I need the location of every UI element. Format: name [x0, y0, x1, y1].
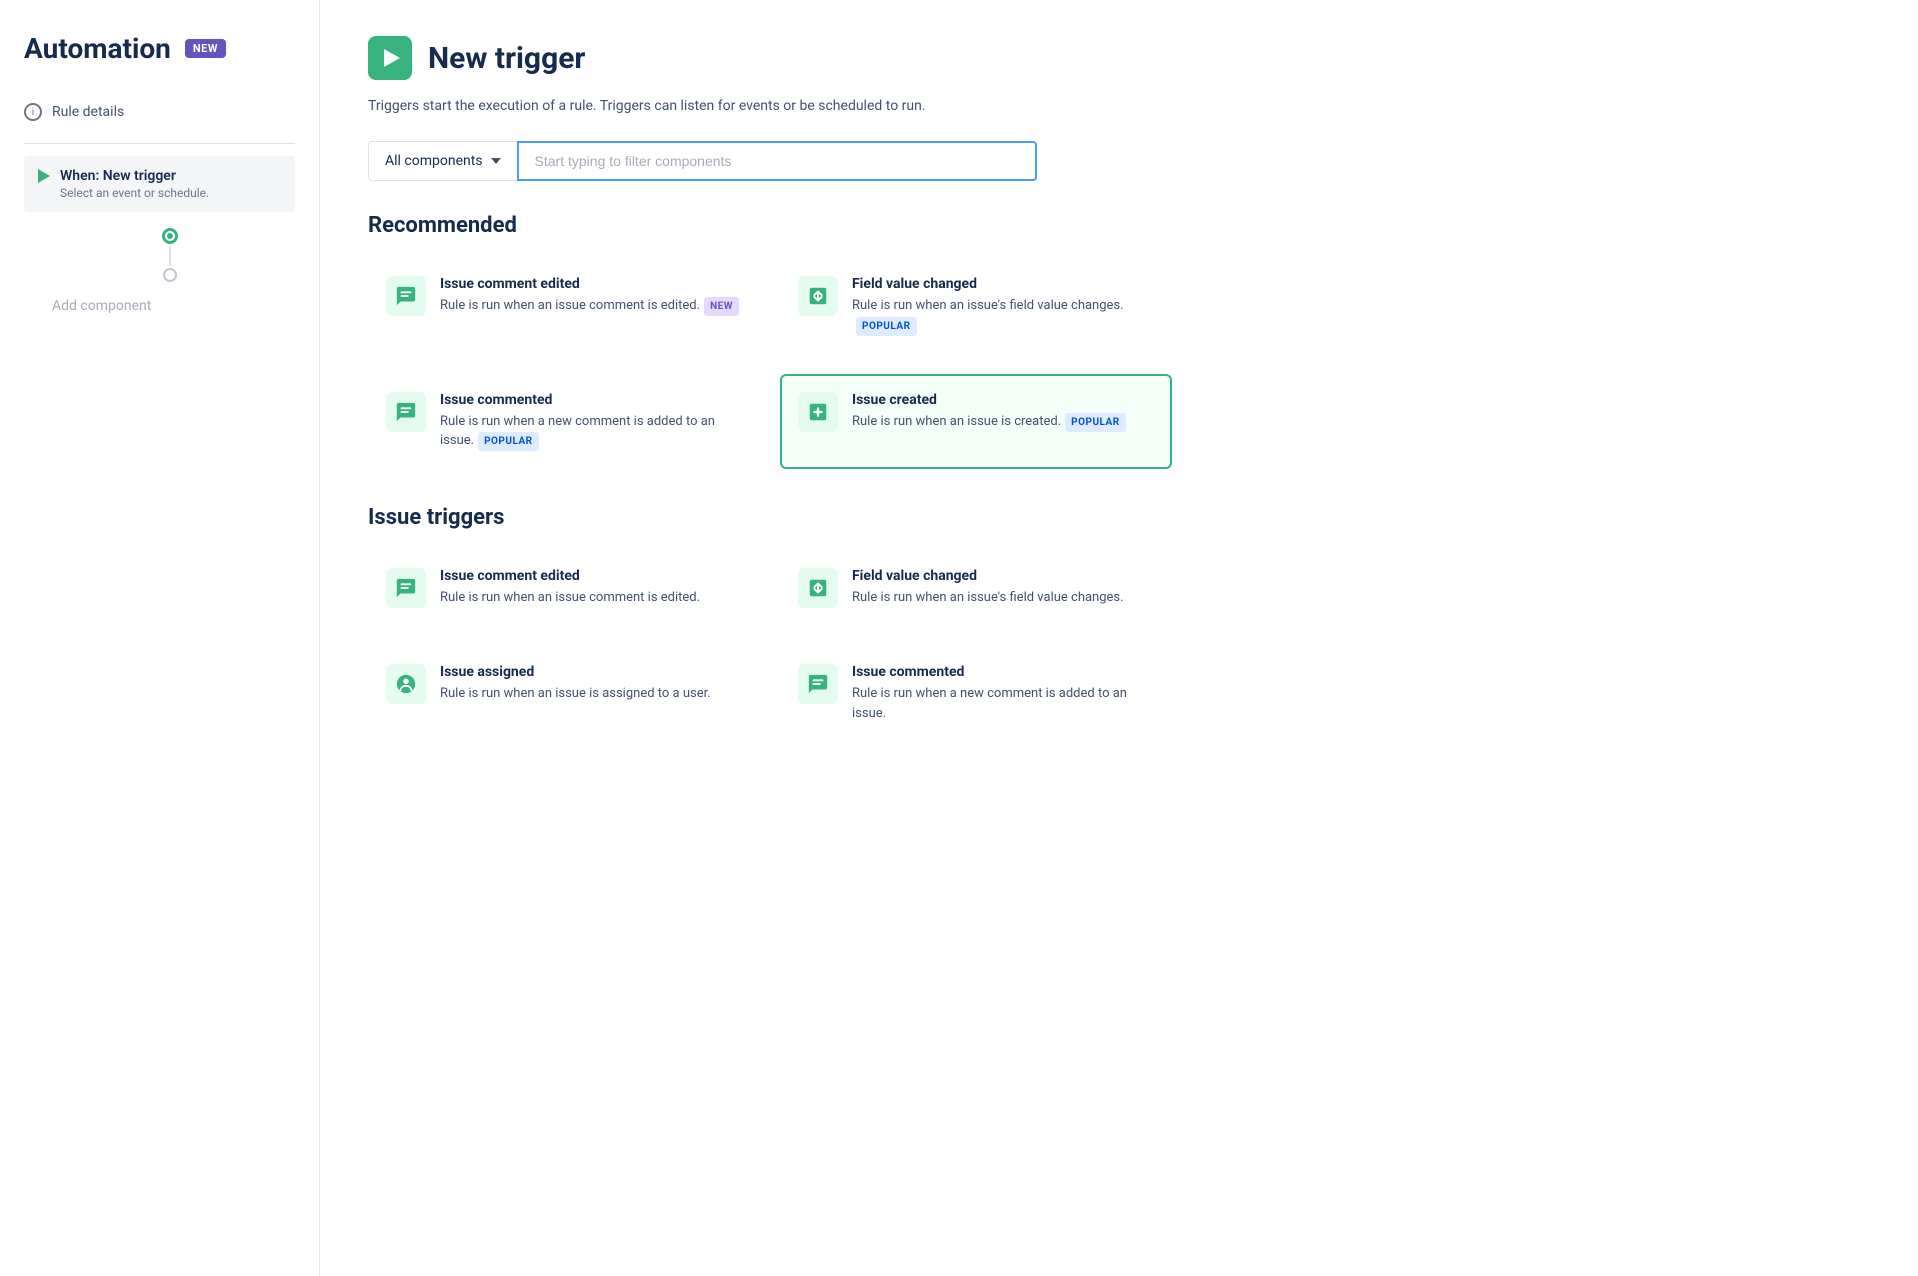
card-body: Field value changed Rule is run when an …: [852, 276, 1154, 336]
timeline-dot-empty: [163, 268, 177, 282]
card-title: Issue commented: [852, 664, 1154, 680]
card-description: Rule is run when an issue's field value …: [852, 588, 1154, 608]
card-description: Rule is run when an issue comment is edi…: [440, 296, 742, 316]
info-icon: i: [24, 103, 42, 121]
card-badge: NEW: [704, 297, 739, 316]
play-icon: [38, 169, 50, 183]
card-description: Rule is run when a new comment is added …: [852, 684, 1154, 723]
divider: [24, 143, 295, 144]
card-description: Rule is run when a new comment is added …: [440, 412, 742, 452]
card-icon: [798, 664, 838, 704]
card-body: Issue commented Rule is run when a new c…: [440, 392, 742, 452]
filter-row: All components: [368, 141, 1172, 181]
card-icon: [386, 568, 426, 608]
card-title: Field value changed: [852, 276, 1154, 292]
card-title: Issue commented: [440, 392, 742, 408]
card-title: Field value changed: [852, 568, 1154, 584]
filter-input[interactable]: [517, 141, 1037, 181]
page-header: New trigger: [368, 36, 1172, 80]
main-content: New trigger Triggers start the execution…: [320, 0, 1220, 1276]
new-badge: NEW: [185, 39, 226, 58]
card-icon: [386, 392, 426, 432]
card-title: Issue comment edited: [440, 568, 742, 584]
trigger-card-2[interactable]: Issue commented Rule is run when a new c…: [368, 374, 760, 470]
issue-triggers-title: Issue triggers: [368, 505, 1172, 530]
trigger-card-0[interactable]: Issue comment edited Rule is run when an…: [368, 258, 760, 354]
chevron-down-icon: [491, 158, 501, 164]
recommended-cards-grid: Issue comment edited Rule is run when an…: [368, 258, 1172, 469]
card-badge: POPULAR: [856, 317, 917, 336]
card-icon: [386, 664, 426, 704]
sidebar: Automation NEW i Rule details When: New …: [0, 0, 320, 1276]
trigger-title: When: New trigger: [60, 168, 176, 184]
trigger-item-header: When: New trigger: [38, 168, 281, 184]
card-body: Issue comment edited Rule is run when an…: [440, 568, 742, 608]
recommended-section: Recommended Issue comment edited Rule is…: [368, 213, 1172, 469]
trigger-card-1[interactable]: Field value changed Rule is run when an …: [780, 550, 1172, 626]
rule-details-label: Rule details: [52, 104, 124, 120]
card-icon: [798, 276, 838, 316]
trigger-card-3[interactable]: Issue commented Rule is run when a new c…: [780, 646, 1172, 741]
card-body: Issue created Rule is run when an issue …: [852, 392, 1154, 452]
card-body: Issue commented Rule is run when a new c…: [852, 664, 1154, 723]
trigger-item[interactable]: When: New trigger Select an event or sch…: [24, 156, 295, 212]
card-icon: [798, 568, 838, 608]
rule-details-item[interactable]: i Rule details: [24, 93, 295, 131]
timeline-line: [169, 246, 171, 266]
trigger-card-1[interactable]: Field value changed Rule is run when an …: [780, 258, 1172, 354]
header-play-button: [368, 36, 412, 80]
sidebar-title: Automation: [24, 32, 171, 65]
card-description: Rule is run when an issue is created.POP…: [852, 412, 1154, 432]
card-body: Issue assigned Rule is run when an issue…: [440, 664, 742, 723]
card-description: Rule is run when an issue is assigned to…: [440, 684, 742, 704]
timeline: [24, 220, 295, 290]
add-component-item[interactable]: Add component: [24, 290, 295, 322]
card-body: Field value changed Rule is run when an …: [852, 568, 1154, 608]
components-dropdown[interactable]: All components: [368, 141, 517, 181]
trigger-card-2[interactable]: Issue assigned Rule is run when an issue…: [368, 646, 760, 741]
card-title: Issue comment edited: [440, 276, 742, 292]
card-icon: [386, 276, 426, 316]
recommended-title: Recommended: [368, 213, 1172, 238]
card-badge: POPULAR: [478, 432, 539, 451]
card-description: Rule is run when an issue's field value …: [852, 296, 1154, 336]
card-body: Issue comment edited Rule is run when an…: [440, 276, 742, 336]
dropdown-label: All components: [385, 153, 483, 169]
trigger-subtitle: Select an event or schedule.: [38, 186, 281, 200]
add-component-label: Add component: [52, 298, 151, 314]
issue-triggers-section: Issue triggers Issue comment edited Rule…: [368, 505, 1172, 741]
page-title: New trigger: [428, 41, 585, 76]
trigger-card-3[interactable]: Issue created Rule is run when an issue …: [780, 374, 1172, 470]
card-badge: POPULAR: [1065, 413, 1126, 432]
card-icon: [798, 392, 838, 432]
card-description: Rule is run when an issue comment is edi…: [440, 588, 742, 608]
card-title: Issue assigned: [440, 664, 742, 680]
timeline-dot-active: [162, 228, 178, 244]
sidebar-title-area: Automation NEW: [24, 32, 295, 65]
trigger-card-0[interactable]: Issue comment edited Rule is run when an…: [368, 550, 760, 626]
page-description: Triggers start the execution of a rule. …: [368, 96, 1172, 117]
issue-triggers-cards-grid: Issue comment edited Rule is run when an…: [368, 550, 1172, 741]
play-triangle-icon: [384, 49, 400, 67]
card-title: Issue created: [852, 392, 1154, 408]
